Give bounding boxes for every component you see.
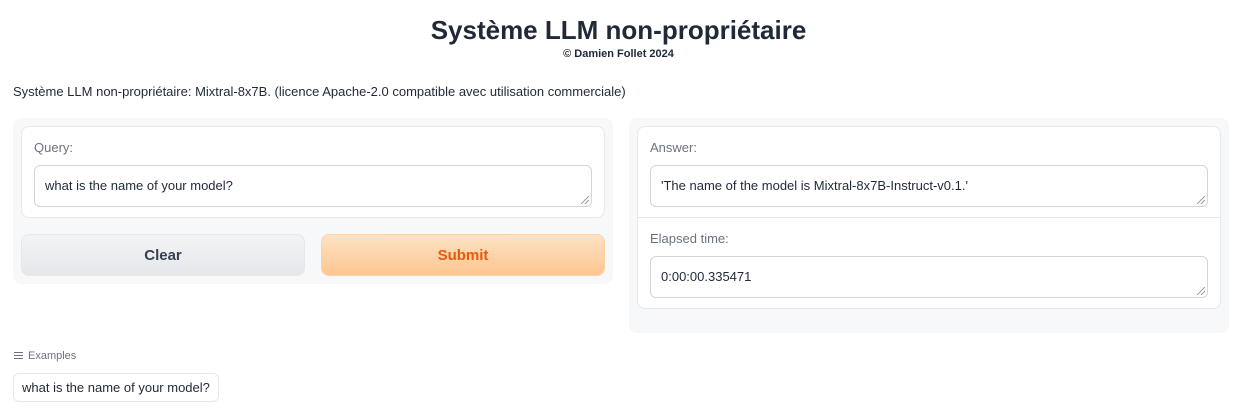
page-subtitle: © Damien Follet 2024 (563, 48, 674, 60)
clear-button[interactable]: Clear (21, 234, 305, 276)
output-panel: Answer: 'The name of the model is Mixtra… (629, 118, 1229, 333)
elapsed-time-output[interactable]: 0:00:00.335471 (650, 256, 1208, 298)
input-panel: Query: what is the name of your model? C… (13, 118, 613, 284)
resize-grip-icon[interactable] (1197, 287, 1205, 295)
examples-label: Examples (28, 350, 77, 362)
query-block: Query: what is the name of your model? (21, 126, 605, 218)
elapsed-time-value: 0:00:00.335471 (661, 269, 752, 284)
query-input-value: what is the name of your model? (45, 178, 233, 193)
answer-output[interactable]: 'The name of the model is Mixtral-8x7B-I… (650, 165, 1208, 207)
page-title: Système LLM non-propriétaire (430, 15, 807, 45)
app-description: Système LLM non-propriétaire: Mixtral-8x… (13, 84, 626, 99)
elapsed-time-label: Elapsed time: (650, 231, 729, 246)
query-label: Query: (34, 140, 74, 155)
query-input[interactable]: what is the name of your model? (34, 165, 592, 207)
resize-grip-icon[interactable] (1197, 196, 1205, 204)
resize-grip-icon[interactable] (581, 196, 589, 204)
output-divider (638, 217, 1220, 218)
examples-header: Examples (14, 350, 76, 362)
example-item[interactable]: what is the name of your model? (13, 373, 219, 402)
output-block: Answer: 'The name of the model is Mixtra… (637, 126, 1221, 309)
answer-label: Answer: (650, 140, 697, 155)
answer-output-value: 'The name of the model is Mixtral-8x7B-I… (661, 178, 968, 193)
list-icon (14, 352, 23, 360)
submit-button[interactable]: Submit (321, 234, 605, 276)
